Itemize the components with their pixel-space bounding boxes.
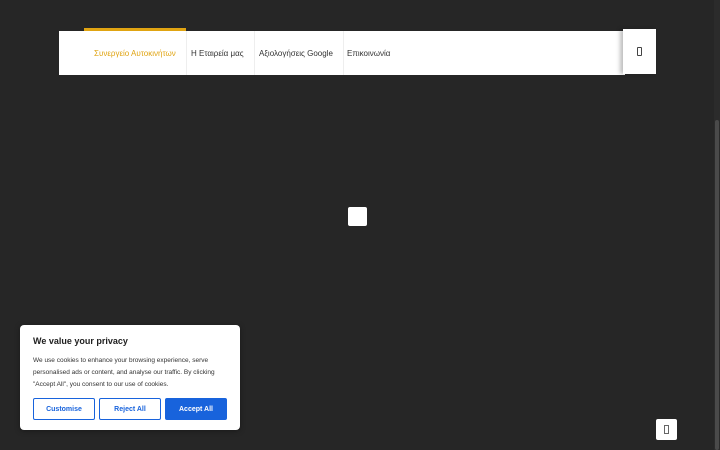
customise-button[interactable]: Customise: [33, 398, 95, 420]
cookie-buttons: Customise Reject All Accept All: [33, 398, 227, 420]
nav-item-company[interactable]: Η Εταιρεία μας: [181, 31, 255, 75]
scroll-to-top-button[interactable]: [656, 419, 677, 440]
loading-spinner: [348, 207, 367, 226]
menu-toggle-button[interactable]: [623, 29, 656, 74]
nav-item-google-reviews[interactable]: Αξιολογήσεις Google: [249, 31, 344, 75]
nav-item-label: Επικοινωνία: [347, 48, 391, 58]
nav-item-contact[interactable]: Επικοινωνία: [337, 31, 400, 75]
nav-item-label: Αξιολογήσεις Google: [259, 48, 333, 58]
cookie-description: We use cookies to enhance your browsing …: [33, 357, 215, 388]
cookie-consent-banner: We value your privacy We use cookies to …: [20, 325, 240, 430]
nav-item-label: Συνεργείο Αυτοκινήτων: [94, 48, 176, 58]
menu-icon: [637, 47, 642, 56]
cookie-title: We value your privacy: [33, 336, 128, 346]
main-navbar: Συνεργείο Αυτοκινήτων Η Εταιρεία μας Αξι…: [59, 28, 625, 75]
scrollbar[interactable]: [714, 0, 720, 450]
scrollbar-thumb[interactable]: [715, 120, 719, 450]
arrow-up-icon: [664, 425, 669, 434]
nav-item-car-service[interactable]: Συνεργείο Αυτοκινήτων: [84, 28, 187, 75]
reject-all-button[interactable]: Reject All: [99, 398, 161, 420]
nav-item-label: Η Εταιρεία μας: [191, 48, 244, 58]
accept-all-button[interactable]: Accept All: [165, 398, 227, 420]
